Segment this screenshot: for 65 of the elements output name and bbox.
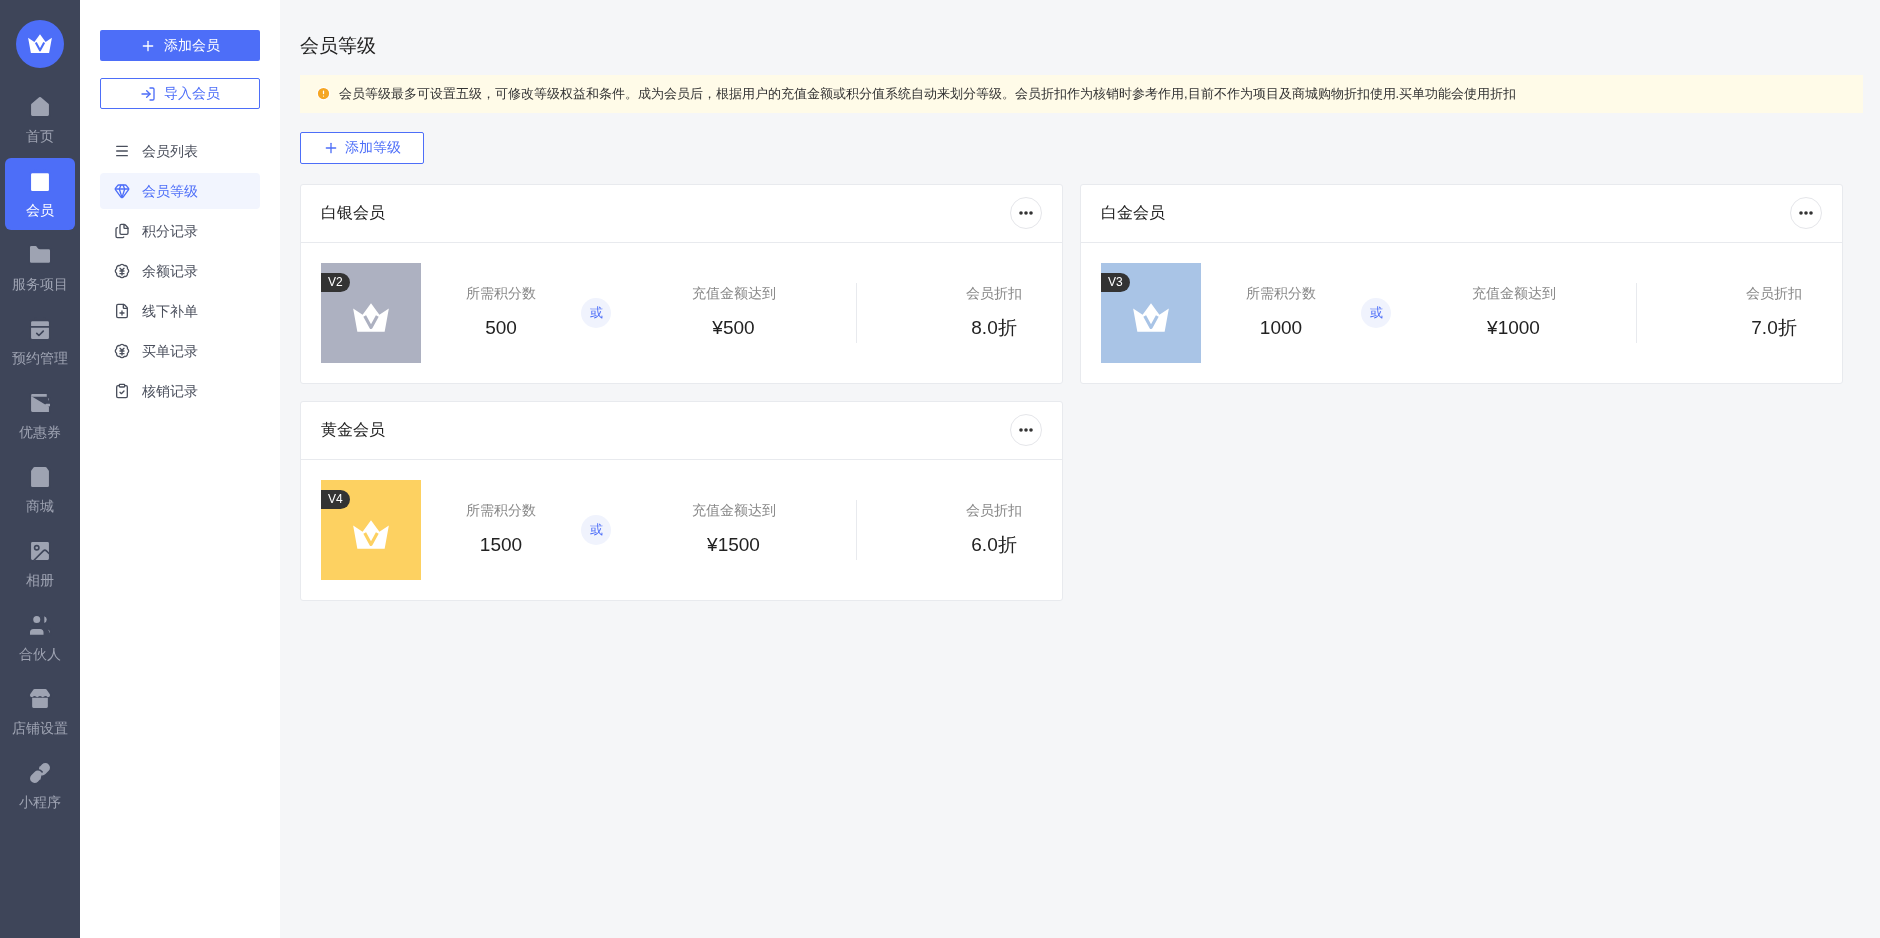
level-name: 黄金会员 (321, 420, 385, 440)
more-icon (1019, 428, 1033, 432)
or-label: 或 (1361, 297, 1391, 328)
notice-text: 会员等级最多可设置五级，可修改等级权益和条件。成为会员后，根据用户的充值金额或积分值系统自动来划分等级。会员折扣作为核销时参考作用,目前不作为项目及商城购物折扣使用.买单功能会使用折扣 (339, 84, 1517, 103)
sidebar-item[interactable]: 买单记录 (100, 333, 260, 369)
level-badge: V2 (321, 272, 350, 292)
points-value: 1500 (479, 532, 523, 557)
recharge-value: ¥1500 (707, 532, 760, 557)
sidebar-icon (114, 183, 130, 199)
sidebar-icon (114, 223, 130, 239)
points-label: 所需积分数 (466, 500, 536, 520)
crown-icon (1130, 301, 1172, 334)
discount-value: 6.0折 (971, 532, 1017, 557)
sidebar-icon (114, 303, 130, 319)
import-member-button[interactable]: 导入会员 (100, 78, 260, 109)
discount-value: 7.0折 (1751, 315, 1797, 340)
crown-icon (350, 518, 392, 551)
page-title: 会员等级 (300, 34, 376, 58)
discount-label: 会员折扣 (966, 283, 1022, 303)
sidebar-item[interactable]: 余额记录 (100, 253, 260, 289)
discount-value: 8.0折 (971, 315, 1017, 340)
sidebar-item[interactable]: 会员等级 (100, 173, 260, 209)
add-level-button[interactable]: 添加等级 (300, 131, 424, 164)
points-label: 所需积分数 (466, 283, 536, 303)
sidebar-item[interactable]: 积分记录 (100, 213, 260, 249)
recharge-value: ¥1000 (1487, 315, 1540, 340)
discount-label: 会员折扣 (1746, 283, 1802, 303)
crown-icon (26, 33, 54, 55)
nav-item[interactable]: 店铺设置 (5, 676, 75, 748)
discount-label: 会员折扣 (966, 500, 1022, 520)
nav-item[interactable]: 服务项目 (5, 232, 75, 304)
nav-item[interactable]: 商城 (5, 454, 75, 526)
warning-icon (316, 86, 331, 101)
crown-icon (350, 301, 392, 334)
sidebar-icon (114, 143, 130, 159)
level-badge: V3 (1101, 272, 1130, 292)
more-icon (1019, 211, 1033, 215)
points-value: 500 (485, 315, 517, 340)
sidebar-icon (114, 383, 130, 399)
add-member-button[interactable]: 添加会员 (100, 30, 260, 61)
level-name: 白金会员 (1101, 203, 1165, 223)
import-icon (140, 85, 156, 102)
more-icon (1799, 211, 1813, 215)
sidebar-icon (114, 343, 130, 359)
recharge-label: 充值金额达到 (691, 283, 776, 303)
level-badge: V4 (321, 489, 350, 509)
or-label: 或 (581, 297, 611, 328)
recharge-value: ¥500 (712, 315, 755, 340)
recharge-label: 充值金额达到 (1471, 283, 1556, 303)
nav-item[interactable]: 合伙人 (5, 602, 75, 674)
nav-item[interactable]: 会员 (5, 158, 75, 230)
level-name: 白银会员 (321, 203, 385, 223)
sidebar-item[interactable]: 会员列表 (100, 133, 260, 169)
sidebar-item[interactable]: 核销记录 (100, 373, 260, 409)
sidebar-icon (114, 263, 130, 279)
or-label: 或 (581, 514, 611, 545)
nav-item[interactable]: 小程序 (5, 750, 75, 822)
recharge-label: 充值金额达到 (691, 500, 776, 520)
nav-item[interactable]: 首页 (5, 84, 75, 156)
sidebar-item[interactable]: 线下补单 (100, 293, 260, 329)
points-value: 1000 (1259, 315, 1303, 340)
points-label: 所需积分数 (1246, 283, 1316, 303)
nav-item[interactable]: 预约管理 (5, 306, 75, 378)
nav-item[interactable]: 优惠券 (5, 380, 75, 452)
nav-item[interactable]: 相册 (5, 528, 75, 600)
